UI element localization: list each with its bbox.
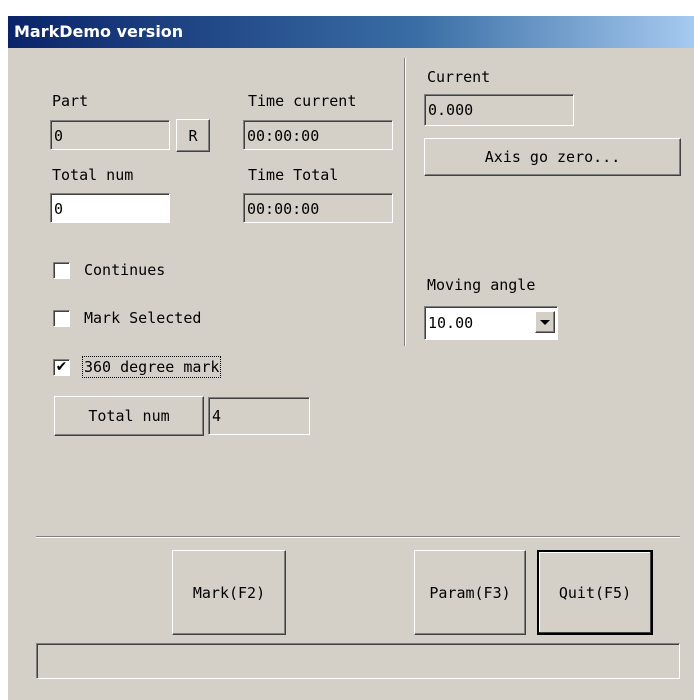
chevron-down-icon <box>540 319 550 325</box>
vertical-divider <box>404 58 406 346</box>
total-num-input[interactable]: 0 <box>50 193 170 223</box>
time-current-field: 00:00:00 <box>243 120 393 150</box>
axis-go-zero-button[interactable]: Axis go zero... <box>424 138 681 176</box>
time-total-label: Time Total <box>248 166 339 184</box>
status-bar <box>36 643 680 679</box>
dropdown-arrow-button[interactable] <box>535 311 555 333</box>
total-num-label: Total num <box>52 166 134 184</box>
total-num-count-field: 4 <box>208 397 310 435</box>
continues-checkbox[interactable] <box>53 262 70 279</box>
part-field[interactable]: 0 <box>50 120 170 150</box>
moving-angle-select[interactable]: 10.00 <box>424 306 558 340</box>
time-current-label: Time current <box>248 92 357 110</box>
mark-button[interactable]: Mark(F2) <box>172 550 286 635</box>
quit-button[interactable]: Quit(F5) <box>537 550 653 635</box>
current-label: Current <box>427 68 491 86</box>
part-label: Part <box>52 92 89 110</box>
degree-mark-label[interactable]: 360 degree mark <box>81 356 222 378</box>
moving-angle-label: Moving angle <box>427 276 536 294</box>
total-num-button[interactable]: Total num <box>54 396 204 436</box>
title-bar: MarkDemo version <box>8 16 694 48</box>
continues-label[interactable]: Continues <box>84 261 165 279</box>
time-total-field: 00:00:00 <box>243 193 393 223</box>
horizontal-divider <box>36 536 680 538</box>
param-button[interactable]: Param(F3) <box>414 550 526 635</box>
mark-selected-label[interactable]: Mark Selected <box>84 309 201 327</box>
check-mark-icon: ✔ <box>55 359 68 375</box>
degree-mark-checkbox[interactable]: ✔ <box>53 359 70 376</box>
mark-selected-checkbox[interactable] <box>53 310 70 327</box>
current-field: 0.000 <box>424 94 574 126</box>
window-title: MarkDemo version <box>14 22 184 41</box>
moving-angle-value: 10.00 <box>428 314 474 332</box>
reset-button[interactable]: R <box>176 119 210 152</box>
